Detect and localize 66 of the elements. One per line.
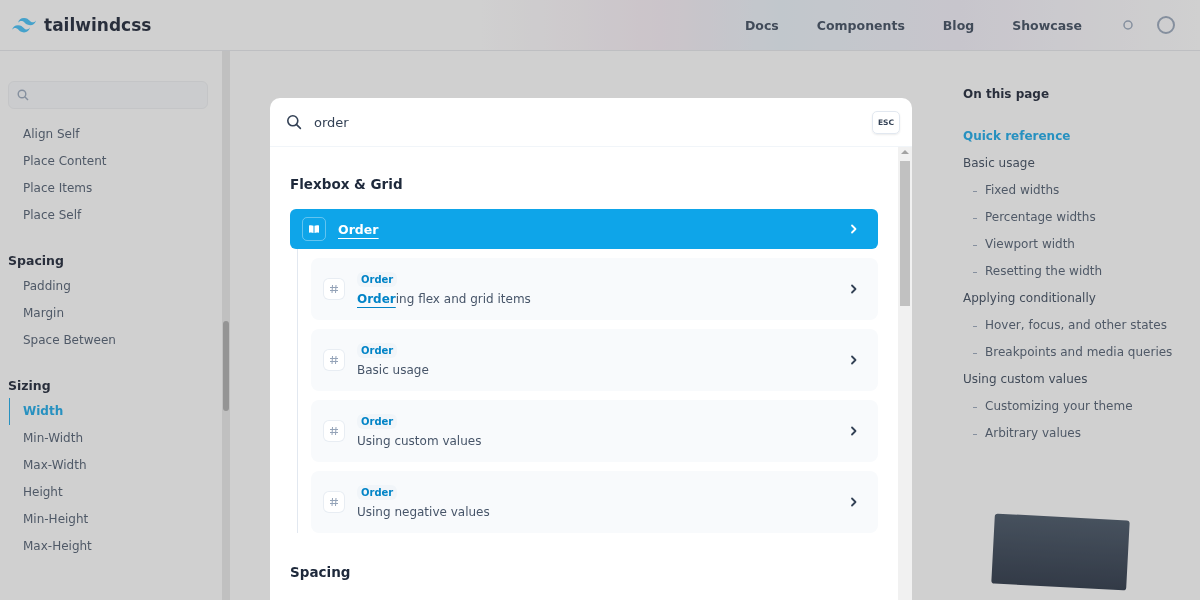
toc-link[interactable]: Resetting the width	[985, 258, 1103, 285]
group-heading: Flexbox & Grid	[290, 175, 404, 194]
scrollbar-thumb[interactable]	[223, 321, 229, 411]
toc-link[interactable]: Percentage widths	[985, 204, 1096, 231]
result-title: Ordering flex and grid items	[357, 292, 531, 306]
hash-icon	[324, 421, 344, 441]
category-badge: Order	[357, 272, 398, 287]
sidebar-item[interactable]: Padding	[9, 273, 222, 300]
toc-link[interactable]: Fixed widths	[985, 177, 1060, 204]
nav-link[interactable]: Showcase	[1012, 17, 1082, 33]
category-badge: Order	[357, 414, 398, 429]
toc-link[interactable]: Hover, focus, and other states	[985, 312, 1167, 339]
sidebar-item[interactable]: Place Self	[9, 202, 222, 229]
search-result[interactable]: Order Using negative values	[311, 471, 878, 533]
sidebar-item[interactable]: Max-Height	[9, 533, 222, 560]
toc-link[interactable]: Viewport width	[985, 231, 1075, 258]
sidebar-item[interactable]: Min-Height	[9, 506, 222, 533]
search-field[interactable]	[8, 81, 208, 109]
nav-link[interactable]: Components	[816, 17, 905, 33]
chevron-right-icon	[850, 426, 858, 436]
sidebar-item[interactable]: Height	[9, 479, 222, 506]
sidebar-item[interactable]: Space Between	[9, 327, 222, 354]
chevron-right-icon	[850, 284, 858, 294]
category-badge: Order	[357, 485, 398, 500]
group-heading: Spacing	[290, 563, 352, 582]
hash-icon	[324, 350, 344, 370]
search-input[interactable]: order	[314, 114, 860, 130]
result-title: Using negative values	[357, 505, 490, 519]
sidebar-item[interactable]: Min-Width	[9, 425, 222, 452]
toc-link[interactable]: Breakpoints and media queries	[985, 339, 1173, 366]
book-icon	[302, 217, 326, 241]
toc-link[interactable]: Applying conditionally	[963, 285, 1200, 312]
logo-icon	[12, 17, 36, 33]
nav-link[interactable]: Docs	[745, 17, 779, 33]
result-title: Using custom values	[357, 434, 482, 448]
toc-link[interactable]: Arbitrary values	[985, 420, 1081, 447]
logo-text[interactable]: tailwindcss	[44, 15, 152, 35]
search-result[interactable]: Order Ordering flex and grid items	[311, 258, 878, 320]
hash-icon	[324, 492, 344, 512]
chevron-right-icon	[850, 497, 858, 507]
sidebar-item[interactable]: Margin	[9, 300, 222, 327]
toc-link[interactable]: Customizing your theme	[985, 393, 1133, 420]
search-result[interactable]: Order Using custom values	[311, 400, 878, 462]
toc-link[interactable]: Using custom values	[963, 366, 1200, 393]
scroll-up-arrow-icon[interactable]	[901, 150, 909, 154]
search-result[interactable]: Order Basic usage	[311, 329, 878, 391]
chevron-right-icon	[850, 224, 858, 234]
sidebar-item[interactable]: Place Content	[9, 148, 222, 175]
search-result[interactable]: Order	[290, 209, 878, 249]
toc-title: On this page	[963, 87, 1051, 103]
scrollbar-track[interactable]	[898, 147, 912, 600]
hash-icon	[324, 279, 344, 299]
search-icon	[17, 89, 29, 101]
toc-link[interactable]: Basic usage	[963, 150, 1200, 177]
result-title: Basic usage	[357, 363, 429, 377]
sidebar-item[interactable]: Max-Width	[9, 452, 222, 479]
nav-link[interactable]: Blog	[942, 17, 975, 33]
sidebar-item[interactable]: Place Items	[9, 175, 222, 202]
chevron-right-icon	[850, 355, 858, 365]
search-icon	[286, 114, 302, 130]
scrollbar-thumb[interactable]	[900, 161, 910, 306]
sidebar-item[interactable]: Align Self	[9, 121, 222, 148]
category-badge: Order	[357, 343, 398, 358]
sidebar-heading: Spacing	[8, 252, 65, 270]
sidebar-heading: Sizing	[8, 377, 52, 395]
circle-icon[interactable]	[1156, 15, 1176, 35]
